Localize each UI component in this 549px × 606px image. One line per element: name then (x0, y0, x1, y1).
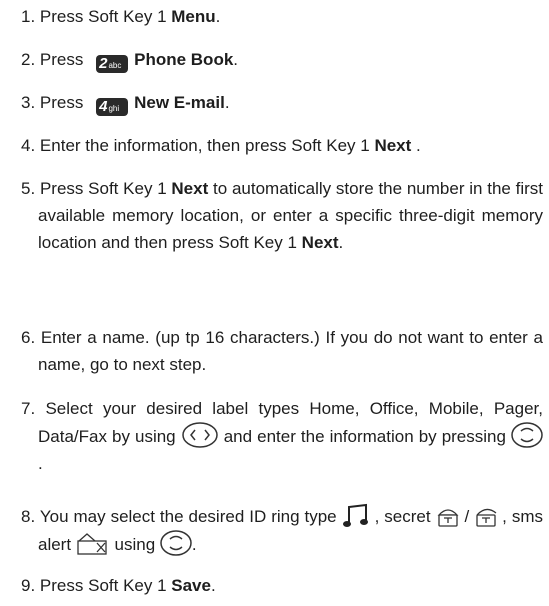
save-label: Save (171, 576, 211, 595)
step-5: 5. Press Soft Key 1 Next to automaticall… (21, 179, 543, 252)
step-text: Enter a name. (up tp 16 characters.) If … (38, 328, 543, 374)
sms-alert-envelope-icon (76, 532, 110, 556)
step-number: 5. (21, 179, 36, 198)
menu-label: Menu (171, 7, 216, 26)
phone-book-label: Phone Book (134, 50, 234, 69)
next-label: Next (301, 233, 339, 252)
step-text: Press (39, 93, 89, 112)
step-number: 8. (21, 507, 36, 526)
new-email-label: New E-mail (134, 93, 225, 112)
next-label: Next (171, 179, 209, 198)
step-9: 9. Press Soft Key 1 Save. (21, 576, 216, 595)
step-number: 4. (21, 136, 36, 155)
step-2: 2. Press 2abc Phone Book. (21, 50, 239, 73)
step-number: 7. (21, 399, 36, 418)
ring-type-music-note-icon (342, 502, 370, 528)
up-down-nav-key-icon (160, 530, 192, 556)
step-text: Press (39, 50, 89, 69)
step-text: You may select the desired ID ring type (39, 507, 342, 526)
step-3: 3. Press 4ghi New E-mail. (21, 93, 230, 116)
lock-closed-icon (436, 504, 460, 528)
lock-open-icon (474, 504, 502, 528)
step-8: 8. You may select the desired ID ring ty… (21, 502, 543, 558)
step-number: 9. (21, 576, 36, 595)
step-text: Press Soft Key 1 (39, 576, 172, 595)
key-2abc-icon: 2abc (96, 55, 129, 73)
left-right-nav-key-icon (181, 422, 219, 448)
up-down-nav-key-icon (511, 422, 543, 448)
step-text: Press Soft Key 1 (39, 179, 172, 198)
step-7: 7. Select your desired label types Home,… (21, 399, 543, 473)
key-4ghi-icon: 4ghi (96, 98, 129, 116)
step-text: Enter the information, then press Soft K… (39, 136, 375, 155)
next-label: Next (374, 136, 412, 155)
step-6: 6. Enter a name. (up tp 16 characters.) … (21, 324, 543, 378)
step-number: 6. (21, 328, 36, 347)
step-text: Press Soft Key 1 (39, 7, 172, 26)
step-number: 1. (21, 7, 36, 26)
step-number: 2. (21, 50, 36, 69)
step-1: 1. Press Soft Key 1 Menu. (21, 7, 221, 26)
step-4: 4. Enter the information, then press Sof… (21, 136, 421, 155)
step-number: 3. (21, 93, 36, 112)
